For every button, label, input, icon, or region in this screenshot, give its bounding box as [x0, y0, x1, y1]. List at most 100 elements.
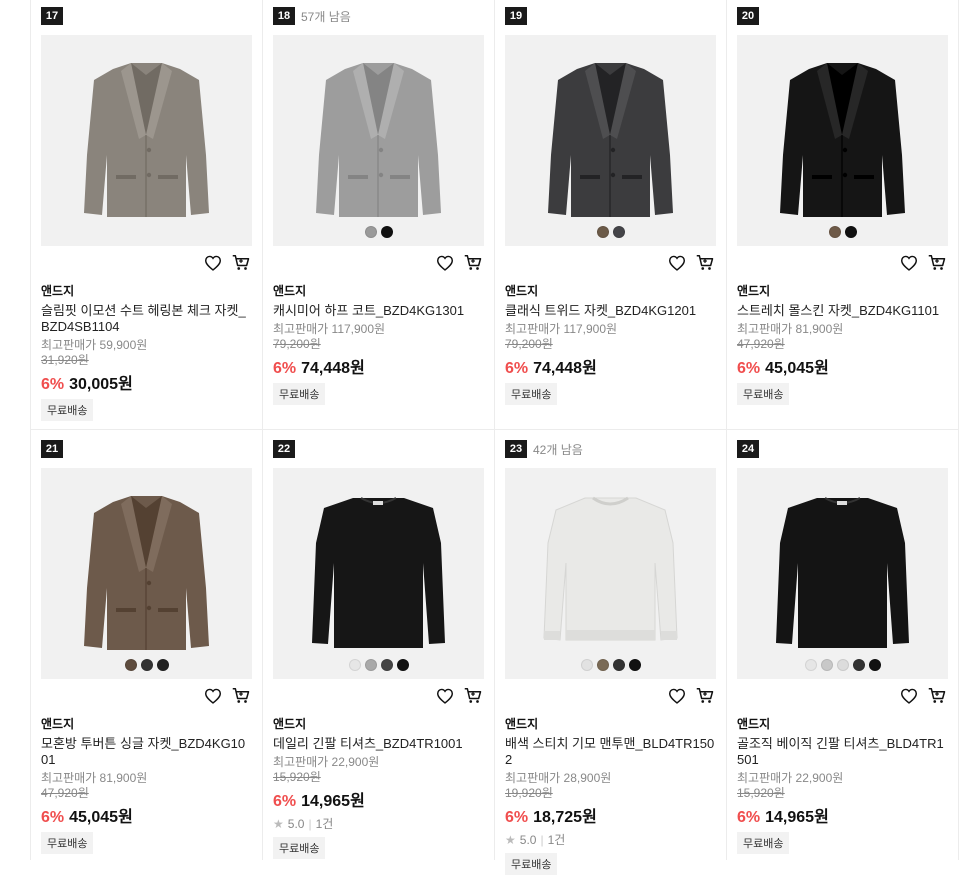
rating-score: 5.0 [519, 832, 537, 847]
cart-icon[interactable] [462, 685, 484, 707]
color-swatch[interactable] [156, 659, 169, 671]
color-swatches [41, 659, 252, 671]
rank-badge: 22 [273, 440, 295, 458]
cart-icon[interactable] [462, 252, 484, 274]
card-header: 17 [41, 6, 252, 26]
product-name[interactable]: 배색 스티치 기모 맨투맨_BLD4TR1502 [505, 736, 716, 768]
brand-name[interactable]: 앤드지 [273, 283, 484, 299]
color-swatch[interactable] [380, 659, 393, 671]
product-image[interactable] [273, 468, 484, 679]
cart-icon[interactable] [694, 685, 716, 707]
free-shipping-badge: 무료배송 [505, 383, 558, 405]
color-swatch[interactable] [380, 226, 393, 238]
sale-price: 74,448원 [301, 360, 365, 377]
color-swatch[interactable] [596, 226, 609, 238]
free-shipping-badge: 무료배송 [273, 837, 326, 859]
original-price: 19,920원 [505, 786, 553, 800]
price-row: 6% 14,965원 [737, 803, 948, 827]
color-swatch[interactable] [868, 659, 881, 671]
cart-icon[interactable] [694, 252, 716, 274]
sale-price: 18,725원 [533, 809, 597, 826]
original-price: 31,920원 [41, 353, 89, 367]
wishlist-heart-icon[interactable] [434, 252, 456, 274]
brand-name[interactable]: 앤드지 [737, 283, 948, 299]
product-image[interactable] [505, 35, 716, 246]
brand-name[interactable]: 앤드지 [505, 716, 716, 732]
cart-icon[interactable] [230, 252, 252, 274]
wishlist-heart-icon[interactable] [202, 685, 224, 707]
discount-rate: 6% [737, 360, 761, 377]
wishlist-heart-icon[interactable] [434, 685, 456, 707]
original-price: 79,200원 [505, 337, 553, 351]
original-price: 15,920원 [737, 786, 785, 800]
product-card[interactable]: 20 앤드지 스트레치 몰스킨 자켓_BZD4KG1101 최고판매가 81,9… [727, 0, 959, 430]
color-swatch[interactable] [852, 659, 865, 671]
sale-price: 45,045원 [69, 809, 133, 826]
color-swatch[interactable] [364, 226, 377, 238]
product-name[interactable]: 클래식 트위드 자켓_BZD4KG1201 [505, 303, 716, 319]
product-card[interactable]: 21 앤드지 모혼방 투버튼 싱글 자켓_BZD4KG1001 최고판매가 81… [31, 430, 263, 860]
color-swatch[interactable] [348, 659, 361, 671]
product-name[interactable]: 모혼방 투버튼 싱글 자켓_BZD4KG1001 [41, 736, 252, 768]
color-swatch[interactable] [828, 226, 841, 238]
card-header: 18 57개 남음 [273, 6, 484, 26]
brand-name[interactable]: 앤드지 [737, 716, 948, 732]
product-card[interactable]: 22 앤드지 데일리 긴팔 티셔츠_BZD4TR1001 최고판매가 22,90… [263, 430, 495, 860]
color-swatch[interactable] [628, 659, 641, 671]
color-swatch[interactable] [612, 659, 625, 671]
rating-score: 5.0 [287, 816, 305, 831]
max-price: 최고판매가 117,900원 [505, 322, 618, 336]
card-header: 22 [273, 439, 484, 459]
color-swatch[interactable] [804, 659, 817, 671]
product-name[interactable]: 슬림핏 이모션 수트 헤링본 체크 자켓_BZD4SB1104 [41, 303, 252, 335]
product-name[interactable]: 데일리 긴팔 티셔츠_BZD4TR1001 [273, 736, 484, 752]
brand-name[interactable]: 앤드지 [273, 716, 484, 732]
product-image[interactable] [41, 35, 252, 246]
color-swatch[interactable] [580, 659, 593, 671]
free-shipping-badge: 무료배송 [737, 832, 790, 854]
color-swatch[interactable] [836, 659, 849, 671]
wishlist-heart-icon[interactable] [898, 685, 920, 707]
color-swatch[interactable] [124, 659, 137, 671]
color-swatch[interactable] [820, 659, 833, 671]
color-swatch[interactable] [364, 659, 377, 671]
product-card[interactable]: 24 앤드지 골조직 베이직 긴팔 티셔츠_BLD4TR1501 최고판매가 2… [727, 430, 959, 860]
product-image[interactable] [273, 35, 484, 246]
wishlist-heart-icon[interactable] [666, 685, 688, 707]
stock-remaining: 42개 남음 [533, 442, 583, 457]
brand-name[interactable]: 앤드지 [41, 283, 252, 299]
cart-icon[interactable] [230, 685, 252, 707]
color-swatch[interactable] [140, 659, 153, 671]
rating: ★ 5.0 | 1건 [505, 831, 716, 848]
color-swatch[interactable] [596, 659, 609, 671]
product-image[interactable] [737, 35, 948, 246]
color-swatch[interactable] [612, 226, 625, 238]
card-actions [41, 679, 252, 712]
wishlist-heart-icon[interactable] [898, 252, 920, 274]
product-card[interactable]: 17 앤드지 슬림핏 이모션 수트 헤링본 체크 자켓_BZD4SB1104 최… [31, 0, 263, 430]
tshirt-image [312, 497, 445, 648]
wishlist-heart-icon[interactable] [666, 252, 688, 274]
product-card[interactable]: 23 42개 남음 앤드지 배색 스티치 기모 맨투맨_BLD4TR1502 최… [495, 430, 727, 875]
product-image[interactable] [41, 468, 252, 679]
rank-badge: 20 [737, 7, 759, 25]
product-card[interactable]: 18 57개 남음 앤드지 캐시미어 하프 코트_BZD4KG1301 최고판매… [263, 0, 495, 430]
cart-icon[interactable] [926, 685, 948, 707]
wishlist-heart-icon[interactable] [202, 252, 224, 274]
discount-rate: 6% [273, 793, 297, 810]
price-row: 6% 74,448원 [505, 354, 716, 378]
product-name[interactable]: 캐시미어 하프 코트_BZD4KG1301 [273, 303, 484, 319]
color-swatch[interactable] [844, 226, 857, 238]
product-image[interactable] [737, 468, 948, 679]
brand-name[interactable]: 앤드지 [41, 716, 252, 732]
brand-name[interactable]: 앤드지 [505, 283, 716, 299]
cart-icon[interactable] [926, 252, 948, 274]
color-swatch[interactable] [396, 659, 409, 671]
card-actions [505, 679, 716, 712]
product-image[interactable] [505, 468, 716, 679]
product-name[interactable]: 스트레치 몰스킨 자켓_BZD4KG1101 [737, 303, 948, 319]
review-count: 1건 [315, 817, 334, 831]
card-actions [273, 246, 484, 279]
product-name[interactable]: 골조직 베이직 긴팔 티셔츠_BLD4TR1501 [737, 736, 948, 768]
product-card[interactable]: 19 앤드지 클래식 트위드 자켓_BZD4KG1201 최고판매가 117,9… [495, 0, 727, 430]
